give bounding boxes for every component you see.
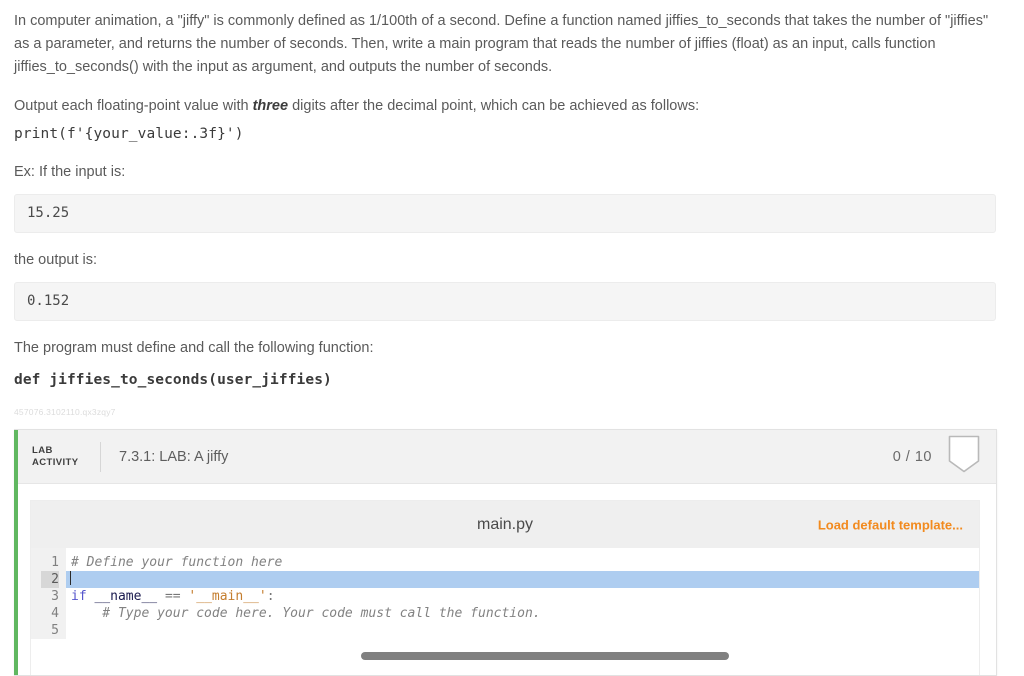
- code-line[interactable]: # Define your function here: [66, 554, 979, 571]
- lab-activity-title: 7.3.1: LAB: A jiffy: [119, 448, 229, 465]
- print-format-snippet: print(f'{your_value:.3f}'): [14, 126, 244, 142]
- paragraph-2-emphasis: three: [252, 98, 289, 114]
- horizontal-scrollbar-track[interactable]: [31, 639, 979, 675]
- code-token: __name__: [94, 589, 158, 604]
- problem-paragraph-1: In computer animation, a "jiffy" is comm…: [14, 13, 989, 75]
- line-number-gutter: 123 4 5: [31, 548, 66, 639]
- code-line[interactable]: [66, 622, 979, 639]
- code-token: '__main__': [188, 589, 267, 604]
- code-token: # Define your function here: [71, 555, 283, 570]
- code-token: ==: [164, 589, 181, 604]
- lab-assignment-page: In computer animation, a "jiffy" is comm…: [0, 0, 1024, 676]
- load-default-template-button[interactable]: Load default template...: [818, 517, 963, 532]
- lab-activity-tag: LAB ACTIVITY: [32, 444, 79, 468]
- lab-score: 0 / 10: [892, 448, 932, 465]
- text-cursor: [70, 571, 71, 585]
- header-divider: [100, 441, 101, 472]
- editor-toolbar: main.py Load default template...: [31, 501, 979, 548]
- line-number: 2: [41, 571, 59, 588]
- required-function-signature: def jiffies_to_seconds(user_jiffies): [14, 372, 332, 388]
- lab-activity-header: LAB ACTIVITY 7.3.1: LAB: A jiffy 0 / 10: [14, 430, 996, 484]
- line-number: 1: [51, 555, 59, 570]
- code-editor: main.py Load default template... 123 4 5 #…: [30, 500, 980, 675]
- code-token: :: [266, 589, 275, 604]
- code-area[interactable]: 123 4 5 # Define your function here if __na…: [31, 548, 979, 639]
- line-number: 5: [51, 623, 59, 638]
- editor-filename: main.py: [476, 515, 534, 533]
- example-output-label: the output is:: [14, 252, 98, 268]
- paragraph-2-prefix: Output each floating-point value with: [14, 98, 253, 114]
- code-line[interactable]: # Type your code here. Your code must ca…: [66, 605, 979, 622]
- example-output-box: 0.152: [14, 282, 996, 321]
- code-editor-container: main.py Load default template... 123 4 5 #…: [14, 484, 996, 675]
- problem-paragraph-2: Output each floating-point value with th…: [14, 95, 996, 118]
- code-line[interactable]: if __name__ == '__main__':: [66, 588, 979, 605]
- paragraph-2-suffix: digits after the decimal point, which ca…: [288, 98, 700, 114]
- code-token: if: [71, 589, 87, 604]
- function-requirement-label: The program must define and call the fol…: [14, 340, 374, 356]
- example-input-box: 15.25: [14, 194, 996, 233]
- line-number: 3: [51, 589, 59, 604]
- code-line[interactable]: [66, 571, 979, 588]
- example-input-label: Ex: If the input is:: [14, 164, 126, 180]
- problem-description: In computer animation, a "jiffy" is comm…: [0, 0, 1024, 417]
- line-number: 4: [51, 606, 59, 621]
- code-token: # Type your code here. Your code must ca…: [71, 606, 541, 621]
- code-lines[interactable]: # Define your function here if __name__ =…: [66, 548, 979, 639]
- lab-activity-card: LAB ACTIVITY 7.3.1: LAB: A jiffy 0 / 10 …: [14, 429, 997, 676]
- horizontal-scrollbar-thumb[interactable]: [361, 652, 729, 660]
- lab-accent-bar: [14, 430, 18, 675]
- shield-badge-icon: [948, 435, 980, 478]
- page-watermark: 457076.3102110.qx3zqy7: [14, 407, 116, 417]
- lab-activity-status: 0 / 10: [893, 435, 980, 478]
